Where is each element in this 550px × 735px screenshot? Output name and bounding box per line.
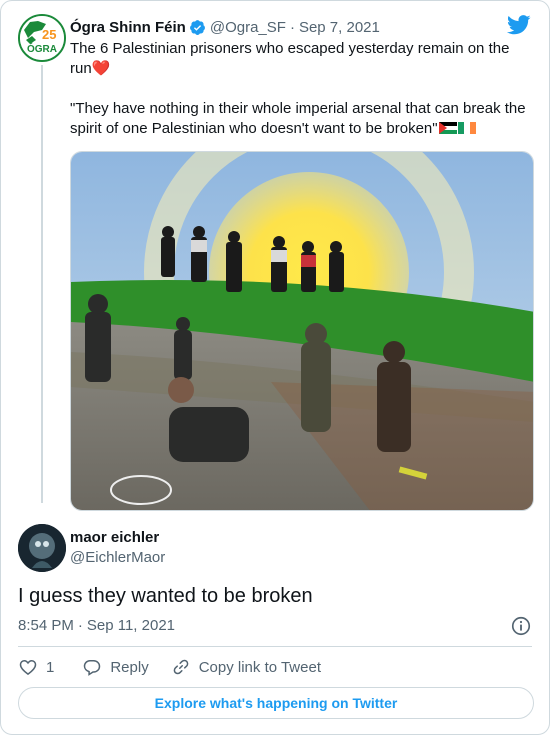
reply-author-name[interactable]: maor eichler (70, 529, 159, 546)
copy-link-label: Copy link to Tweet (198, 658, 321, 676)
time-separator: · (77, 617, 83, 634)
avatar-text: ÓGRA (27, 42, 57, 55)
parent-tweet-header: Ógra Shinn Féin @Ogra_SF · Sep 7, 2021 (70, 17, 380, 37)
explore-twitter-button[interactable]: Explore what's happening on Twitter (18, 687, 534, 719)
ireland-flag-icon (457, 122, 476, 134)
reply-bubble-icon (84, 660, 101, 676)
reply-label: Reply (110, 658, 149, 676)
like-count: 1 (46, 658, 55, 676)
parent-author-name[interactable]: Ógra Shinn Féin (70, 19, 186, 36)
ogra-avatar[interactable]: 25 ÓGRA (18, 14, 66, 62)
red-heart-icon: ❤️ (91, 60, 111, 77)
like-button[interactable]: 1 (18, 657, 54, 677)
ogra-logo-icon: 25 ÓGRA (20, 16, 64, 60)
parent-handle[interactable]: @Ogra_SF (210, 19, 286, 36)
verified-badge-icon (189, 19, 205, 35)
palestine-flag-icon (438, 122, 457, 134)
thread-connector-line (41, 65, 43, 503)
reply-timestamp[interactable]: 8:54 PM · Sep 11, 2021 (18, 617, 175, 634)
avatar-image (18, 524, 66, 572)
reply-author-avatar[interactable] (18, 524, 66, 572)
parent-text-line1: The 6 Palestinian prisoners who escaped … (70, 40, 510, 77)
reply-button[interactable]: Reply (82, 657, 149, 677)
header-separator: · (289, 18, 295, 36)
parent-tweet-text: The 6 Palestinian prisoners who escaped … (70, 39, 532, 139)
info-icon[interactable] (510, 615, 532, 637)
tweet-actions: 1 Reply Copy link to Tweet (18, 656, 321, 678)
tweet-image[interactable] (70, 151, 534, 511)
reply-time: 8:54 PM (18, 617, 74, 634)
illustration-image (71, 152, 533, 510)
copy-link-button[interactable]: Copy link to Tweet (171, 657, 321, 677)
embedded-tweet-card: 25 ÓGRA Ógra Shinn Féin @Ogra_SF · Sep 7… (0, 0, 550, 735)
reply-tweet-text: I guess they wanted to be broken (18, 585, 313, 607)
reply-date: Sep 11, 2021 (86, 617, 176, 634)
twitter-bird-icon[interactable] (507, 15, 531, 35)
reply-handle[interactable]: @EichlerMaor (70, 549, 165, 566)
parent-date-link[interactable]: Sep 7, 2021 (299, 19, 380, 36)
divider (18, 646, 532, 647)
link-icon (173, 659, 189, 675)
heart-outline-icon (19, 659, 37, 675)
avatar-number: 25 (42, 27, 56, 42)
